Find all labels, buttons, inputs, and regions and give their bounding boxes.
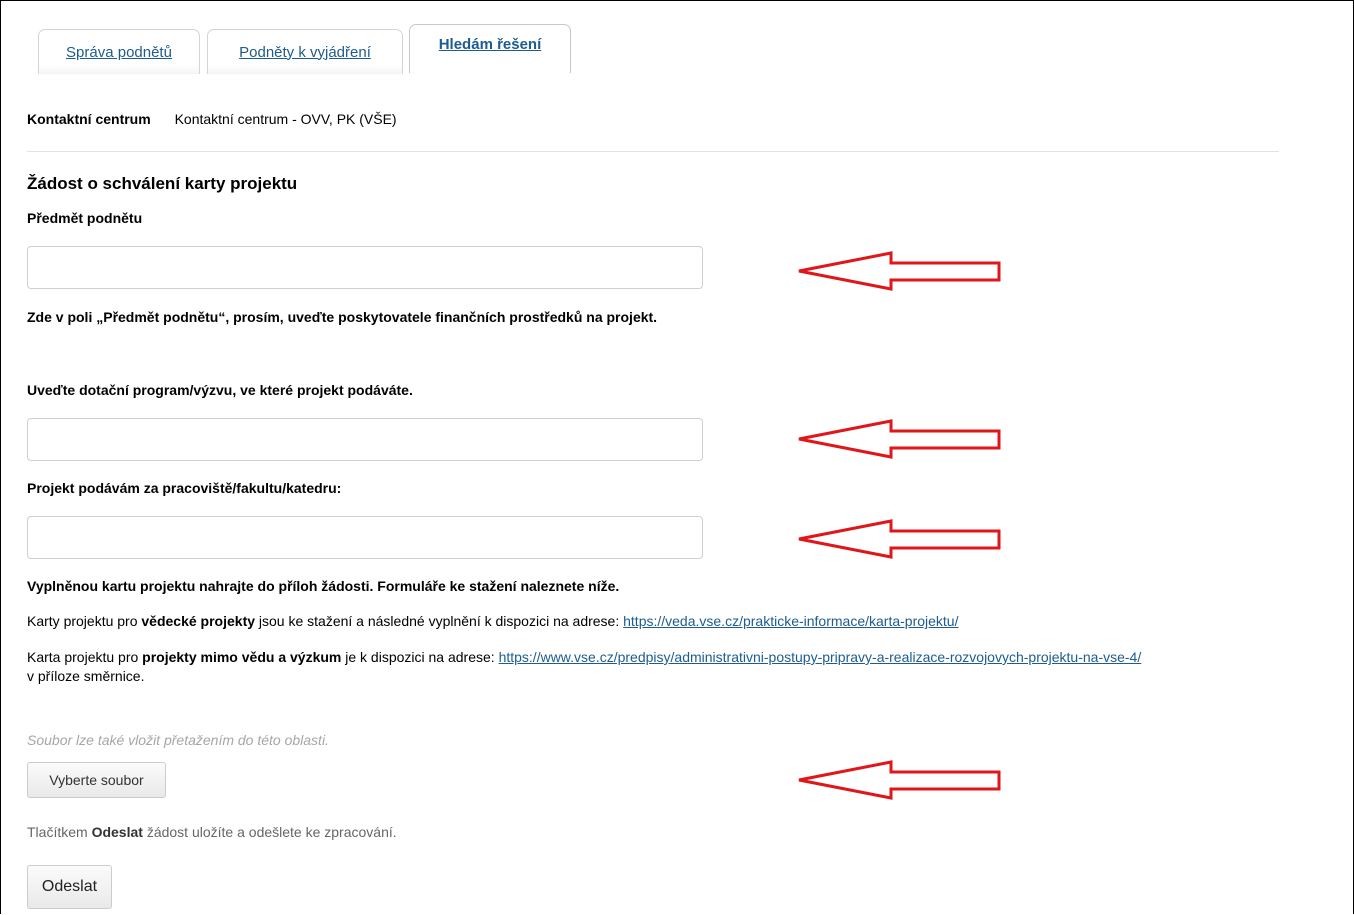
workplace-label: Projekt podávám za pracoviště/fakultu/ka…	[27, 480, 342, 496]
workplace-input[interactable]	[27, 516, 703, 559]
tab-hledam-reseni[interactable]: Hledám řešení	[409, 24, 571, 73]
nonscience-line-suffix: v příloze směrnice.	[27, 668, 145, 684]
annotation-arrow-icon	[798, 251, 1001, 291]
choose-file-button[interactable]: Vyberte soubor	[27, 762, 166, 798]
tab-sprava-podnetu-label[interactable]: Správa podnětů	[66, 44, 172, 61]
annotation-arrow-icon	[798, 419, 1001, 459]
drop-area-hint: Soubor lze také vložit přetažením do tét…	[27, 732, 329, 748]
science-projects-link[interactable]: https://veda.vse.cz/prakticke-informace/…	[623, 613, 958, 629]
submit-button[interactable]: Odeslat	[27, 865, 112, 909]
annotation-arrow-icon	[798, 519, 1001, 559]
submit-note-prefix: Tlačítkem	[27, 824, 92, 840]
upload-instruction: Vyplněnou kartu projektu nahrajte do pří…	[27, 578, 620, 594]
submit-note-suffix: žádost uložíte a odešlete ke zpracování.	[142, 824, 397, 840]
contact-center-value: Kontaktní centrum - OVV, PK (VŠE)	[174, 111, 397, 127]
nonscience-line-prefix: Karta projektu pro	[27, 649, 143, 665]
tab-hledam-reseni-label[interactable]: Hledám řešení	[439, 36, 542, 53]
subject-label: Předmět podnětu	[27, 210, 143, 226]
subject-input[interactable]	[27, 246, 703, 289]
nonscience-projects-line: Karta projektu pro projekty mimo vědu a …	[27, 649, 1141, 665]
program-input[interactable]	[27, 418, 703, 461]
science-line-prefix: Karty projektu pro	[27, 613, 142, 629]
annotation-arrow-icon	[798, 760, 1001, 800]
tab-sprava-podnetu[interactable]: Správa podnětů	[38, 29, 200, 74]
section-divider	[27, 151, 1279, 152]
nonscience-line-bold: projekty mimo vědu a výzkum	[142, 649, 342, 665]
nonscience-projects-link[interactable]: https://www.vse.cz/predpisy/administrati…	[499, 649, 1142, 665]
subject-hint: Zde v poli „Předmět podnětu“, prosím, uv…	[27, 309, 658, 325]
program-label: Uveďte dotační program/výzvu, ve které p…	[27, 382, 413, 398]
submit-note: Tlačítkem Odeslat žádost uložíte a odešl…	[27, 824, 397, 840]
submit-note-bold: Odeslat	[91, 824, 143, 840]
tab-podnety-k-vyjadreni[interactable]: Podněty k vyjádření	[207, 29, 403, 74]
science-projects-line: Karty projektu pro vědecké projekty jsou…	[27, 613, 958, 629]
science-line-bold: vědecké projekty	[141, 613, 256, 629]
form-title: Žádost o schválení karty projektu	[27, 174, 298, 193]
contact-center-row: Kontaktní centrum Kontaktní centrum - OV…	[27, 111, 397, 127]
tab-podnety-k-vyjadreni-label[interactable]: Podněty k vyjádření	[239, 44, 371, 61]
science-line-middle: jsou ke stažení a následné vyplnění k di…	[255, 613, 624, 629]
contact-center-label: Kontaktní centrum	[27, 111, 151, 127]
nonscience-line-middle: je k dispozici na adrese:	[341, 649, 499, 665]
